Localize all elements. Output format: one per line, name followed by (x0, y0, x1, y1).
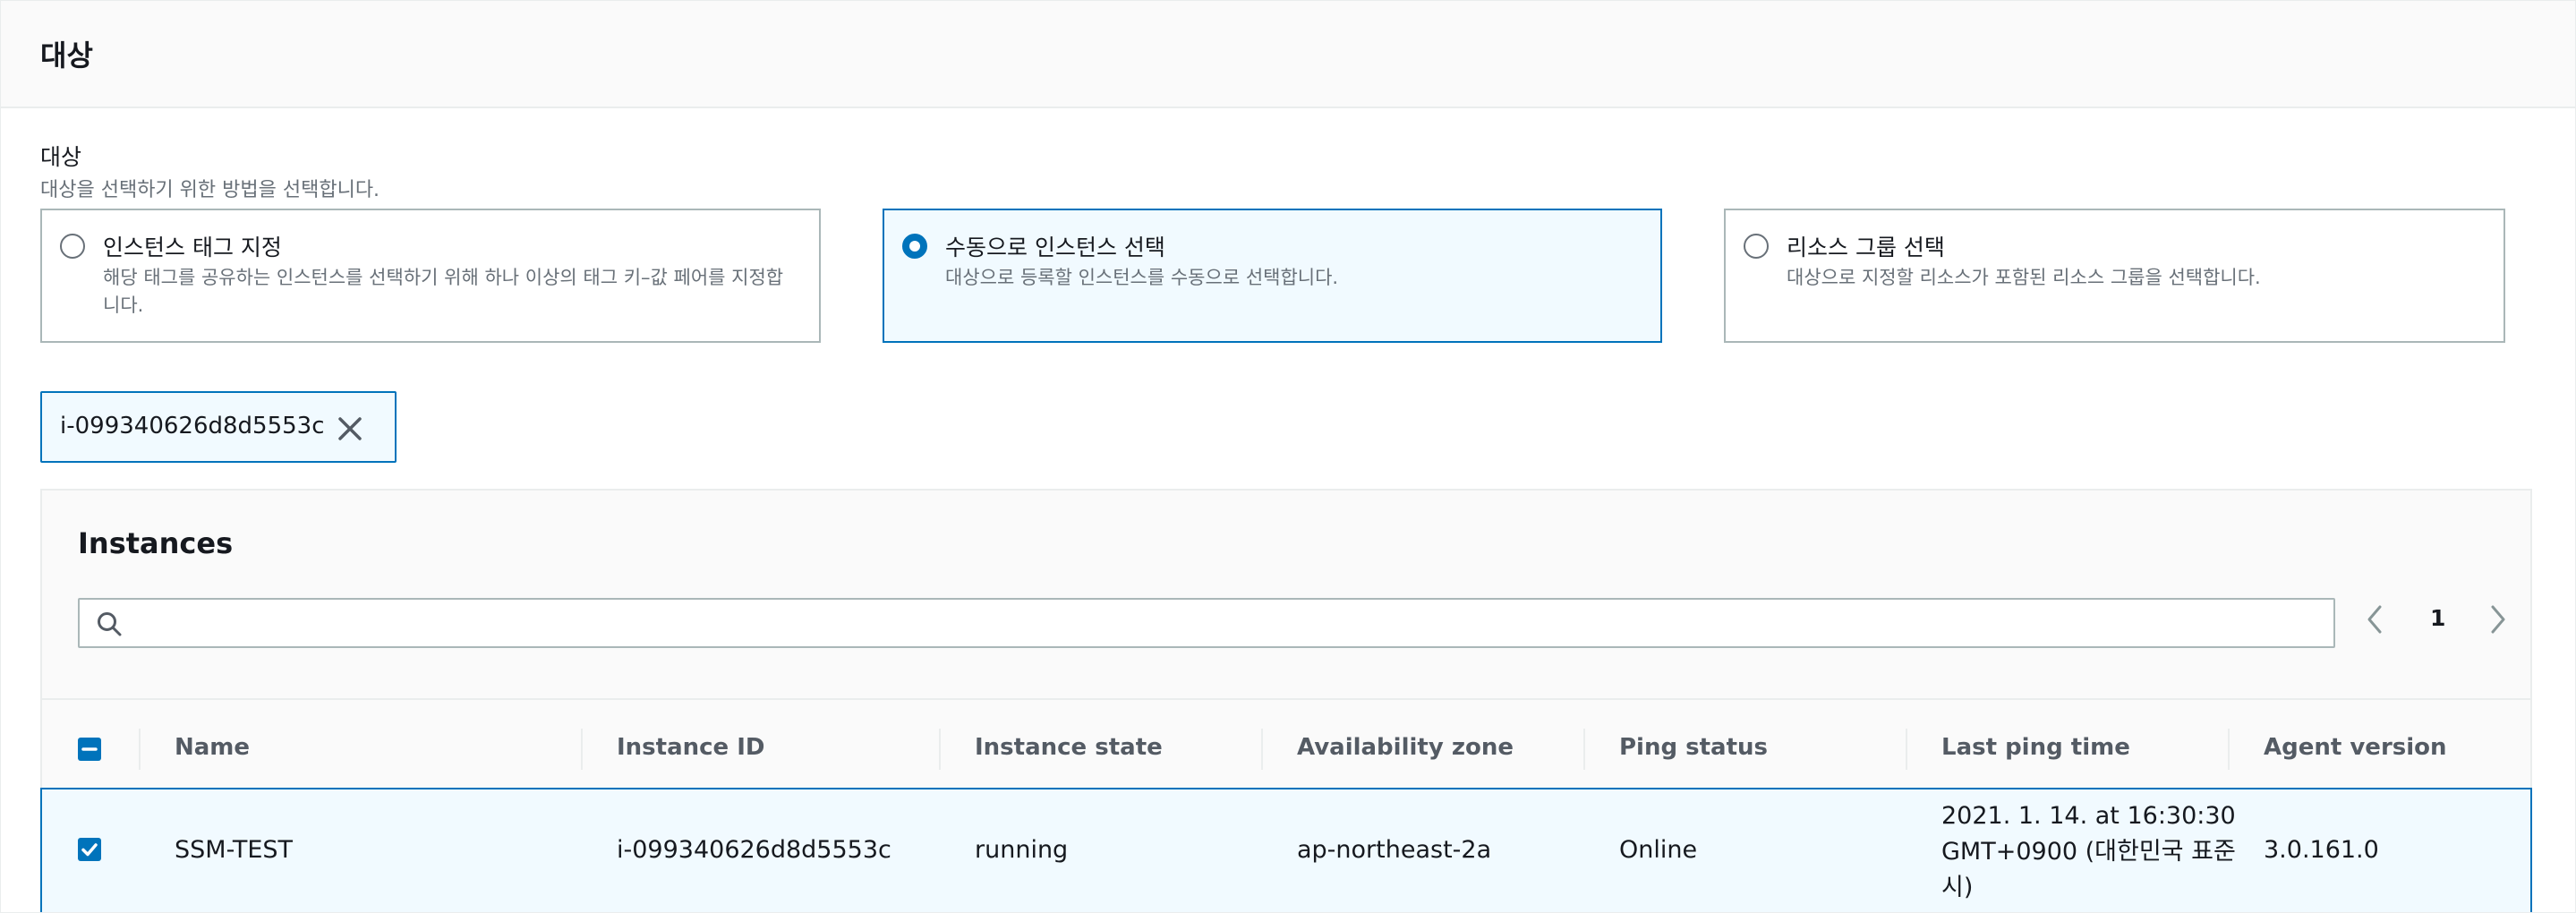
target-option-title: 인스턴스 태그 지정 (103, 235, 282, 260)
target-option-title: 수동으로 인스턴스 선택 (945, 235, 1165, 260)
column-divider (1906, 729, 1907, 770)
cell-agent-version: 3.0.161.0 (2264, 836, 2379, 864)
target-option-title: 리소스 그룹 선택 (1787, 235, 1945, 260)
cell-availability-zone: ap-northeast-2a (1297, 836, 1492, 864)
target-option-description: 대상으로 등록할 인스턴스를 수동으로 선택합니다. (945, 267, 1339, 288)
cell-ping-status: Online (1619, 836, 1698, 864)
table-header: Name Instance ID Instance state Availabi… (42, 698, 2530, 798)
target-option-manual-instances[interactable]: 수동으로 인스턴스 선택 대상으로 등록할 인스턴스를 수동으로 선택합니다. (883, 209, 1662, 343)
panel-header: 대상 (1, 1, 2575, 108)
cell-name: SSM-TEST (175, 836, 294, 864)
column-divider (139, 729, 141, 770)
radio-button[interactable] (60, 234, 85, 259)
chevron-right-icon[interactable] (2486, 602, 2511, 637)
column-divider (1261, 729, 1263, 770)
search-icon (96, 610, 123, 637)
column-header-agent-version[interactable]: Agent version (2264, 734, 2447, 761)
token-label: i-099340626d8d5553c (60, 413, 325, 439)
row-checkbox[interactable] (78, 838, 101, 861)
targets-field-description: 대상을 선택하기 위한 방법을 선택합니다. (40, 179, 380, 201)
checkmark-icon (81, 843, 98, 857)
column-divider (939, 729, 941, 770)
column-header-availability-zone[interactable]: Availability zone (1297, 734, 1514, 761)
target-option-description: 해당 태그를 공유하는 인스턴스를 선택하기 위해 하나 이상의 태그 키–값 … (103, 267, 784, 316)
column-header-instance-id[interactable]: Instance ID (617, 734, 765, 761)
table-row[interactable]: SSM-TEST i-099340626d8d5553c running ap-… (40, 788, 2532, 912)
target-option-resource-group[interactable]: 리소스 그룹 선택 대상으로 지정할 리소스가 포함된 리소스 그룹을 선택합니… (1724, 209, 2505, 343)
cell-last-ping-time: 2021. 1. 14. at 16:30:30 GMT+0900 (대한민국 … (1941, 802, 2236, 901)
selected-instance-token: i-099340626d8d5553c (40, 391, 397, 463)
column-divider (1583, 729, 1585, 770)
target-option-instance-tags[interactable]: 인스턴스 태그 지정 해당 태그를 공유하는 인스턴스를 선택하기 위해 하나 … (40, 209, 821, 343)
column-divider (2228, 729, 2230, 770)
column-header-name[interactable]: Name (175, 734, 250, 761)
targets-panel: 대상 대상 대상을 선택하기 위한 방법을 선택합니다. 인스턴스 태그 지정 … (0, 0, 2576, 913)
search-input[interactable] (135, 603, 2323, 644)
instances-table-container: Instances 1 Name Instance ID Instance st… (40, 489, 2532, 912)
cell-instance-id: i-099340626d8d5553c (617, 836, 891, 864)
search-box (78, 598, 2335, 648)
cell-instance-state: running (975, 836, 1069, 864)
chevron-left-icon[interactable] (2362, 602, 2387, 637)
page-number[interactable]: 1 (2430, 605, 2445, 631)
radio-button-selected[interactable] (902, 234, 927, 259)
instances-title: Instances (78, 526, 234, 560)
panel-title: 대상 (40, 38, 93, 73)
select-all-checkbox[interactable] (78, 738, 101, 761)
column-header-last-ping-time[interactable]: Last ping time (1941, 734, 2130, 761)
close-icon[interactable] (334, 413, 366, 445)
radio-button[interactable] (1744, 234, 1769, 259)
column-header-instance-state[interactable]: Instance state (975, 734, 1163, 761)
targets-field-label: 대상 (40, 144, 82, 170)
target-option-description: 대상으로 지정할 리소스가 포함된 리소스 그룹을 선택합니다. (1787, 267, 2261, 288)
column-divider (581, 729, 583, 770)
minus-icon (81, 747, 98, 751)
column-header-ping-status[interactable]: Ping status (1619, 734, 1768, 761)
